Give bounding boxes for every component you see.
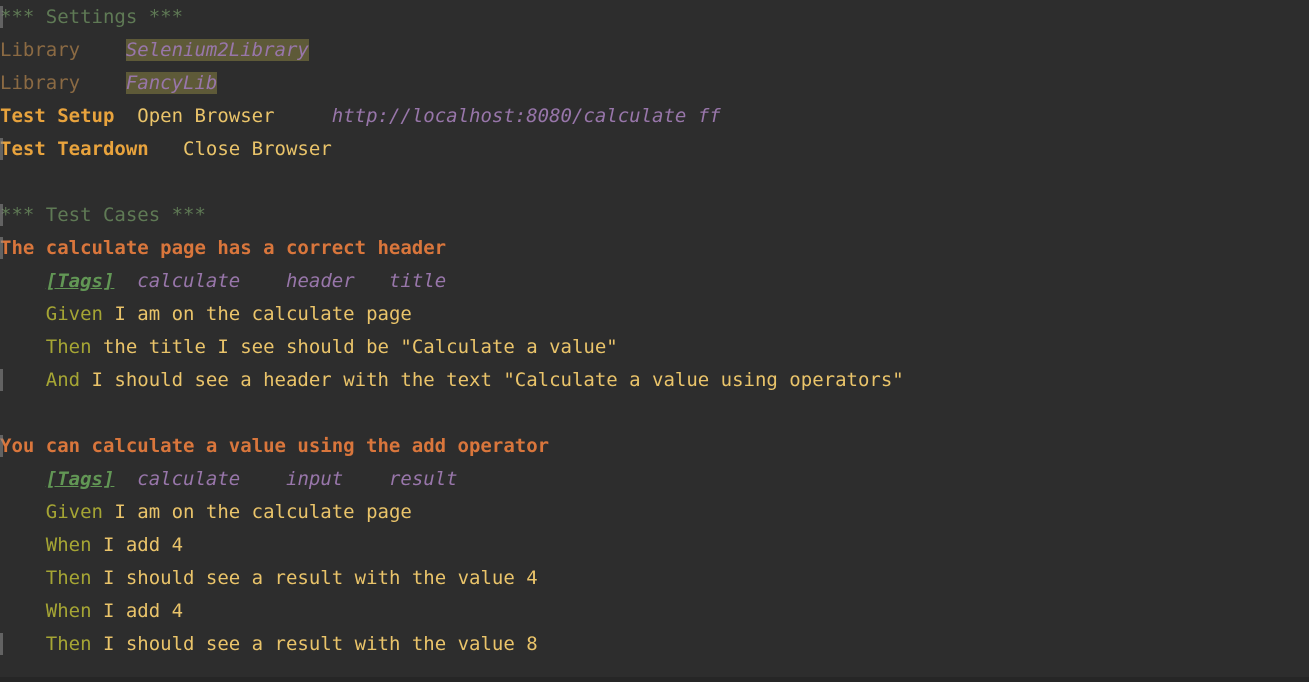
step-text[interactable]: I am on the calculate page [103,303,411,325]
step-text[interactable]: I am on the calculate page [103,501,411,523]
code-line[interactable]: Test Setup Open Browser http://localhost… [0,100,1309,133]
code-line[interactable]: And I should see a header with the text … [0,364,1309,397]
bdd-prefix[interactable]: Then [46,567,92,589]
code-content[interactable]: *** Settings *** Library Selenium2Library… [0,0,1309,661]
code-line[interactable]: You can calculate a value using the add … [0,430,1309,463]
code-line[interactable]: Library Selenium2Library [0,34,1309,67]
step-text[interactable]: I should see a result with the value 8 [92,633,538,655]
bdd-prefix[interactable]: Given [46,303,103,325]
setting-argument-highlighted[interactable]: Selenium2Library [125,39,309,61]
step-text[interactable]: the title I see should be "Calculate a v… [92,336,618,358]
test-case-name[interactable]: You can calculate a value using the add … [0,435,549,457]
setting-name[interactable]: Test Setup [0,105,114,127]
section-header: *** Test Cases *** [0,204,206,226]
setting-name[interactable]: Test Teardown [0,138,149,160]
code-line[interactable]: [Tags] calculate header title [0,265,1309,298]
code-line[interactable]: The calculate page has a correct header [0,232,1309,265]
code-line[interactable]: When I add 4 [0,529,1309,562]
bdd-prefix[interactable]: When [46,600,92,622]
code-editor[interactable]: *** Settings *** Library Selenium2Library… [0,0,1309,682]
tags-label[interactable]: [Tags] [46,270,115,292]
bdd-prefix[interactable]: Then [46,633,92,655]
code-line[interactable]: *** Test Cases *** [0,199,1309,232]
gutter-marker-icon [0,204,3,226]
code-line[interactable]: Test Teardown Close Browser [0,133,1309,166]
step-text[interactable]: I add 4 [92,534,183,556]
code-line-blank[interactable] [0,397,1309,430]
setting-argument-highlighted[interactable]: FancyLib [125,72,218,94]
code-line-blank[interactable] [0,166,1309,199]
keyword-call[interactable]: Close Browser [183,138,332,160]
code-line[interactable]: [Tags] calculate input result [0,463,1309,496]
keyword-call[interactable]: Open Browser [137,105,274,127]
setting-keyword[interactable]: Library [0,39,80,61]
bdd-prefix[interactable]: And [46,369,80,391]
step-text[interactable]: I should see a result with the value 4 [92,567,538,589]
step-text[interactable]: I add 4 [92,600,183,622]
editor-bottom-bar [0,677,1309,682]
gutter-marker-icon [0,237,3,259]
code-line[interactable]: Given I am on the calculate page [0,298,1309,331]
tag-values[interactable]: calculate header title [137,270,446,292]
code-line[interactable]: When I add 4 [0,595,1309,628]
tags-label[interactable]: [Tags] [46,468,115,490]
setting-keyword[interactable]: Library [0,72,80,94]
gutter-marker-icon [0,369,3,391]
tag-values[interactable]: calculate input result [137,468,457,490]
code-line[interactable]: Given I am on the calculate page [0,496,1309,529]
gutter-marker-icon [0,6,3,28]
code-line[interactable]: Then the title I see should be "Calculat… [0,331,1309,364]
gutter-marker-icon [0,435,3,457]
code-line[interactable]: Then I should see a result with the valu… [0,562,1309,595]
code-line[interactable]: Library FancyLib [0,67,1309,100]
step-text[interactable]: I should see a header with the text "Cal… [80,369,904,391]
gutter-marker-icon [0,633,3,655]
bdd-prefix[interactable]: Given [46,501,103,523]
test-case-name[interactable]: The calculate page has a correct header [0,237,446,259]
keyword-argument[interactable]: http://localhost:8080/calculate ff [332,105,721,127]
gutter-marker-icon [0,138,3,160]
code-line[interactable]: Then I should see a result with the valu… [0,628,1309,661]
bdd-prefix[interactable]: When [46,534,92,556]
code-line[interactable]: *** Settings *** [0,1,1309,34]
bdd-prefix[interactable]: Then [46,336,92,358]
section-header: *** Settings *** [0,6,184,28]
